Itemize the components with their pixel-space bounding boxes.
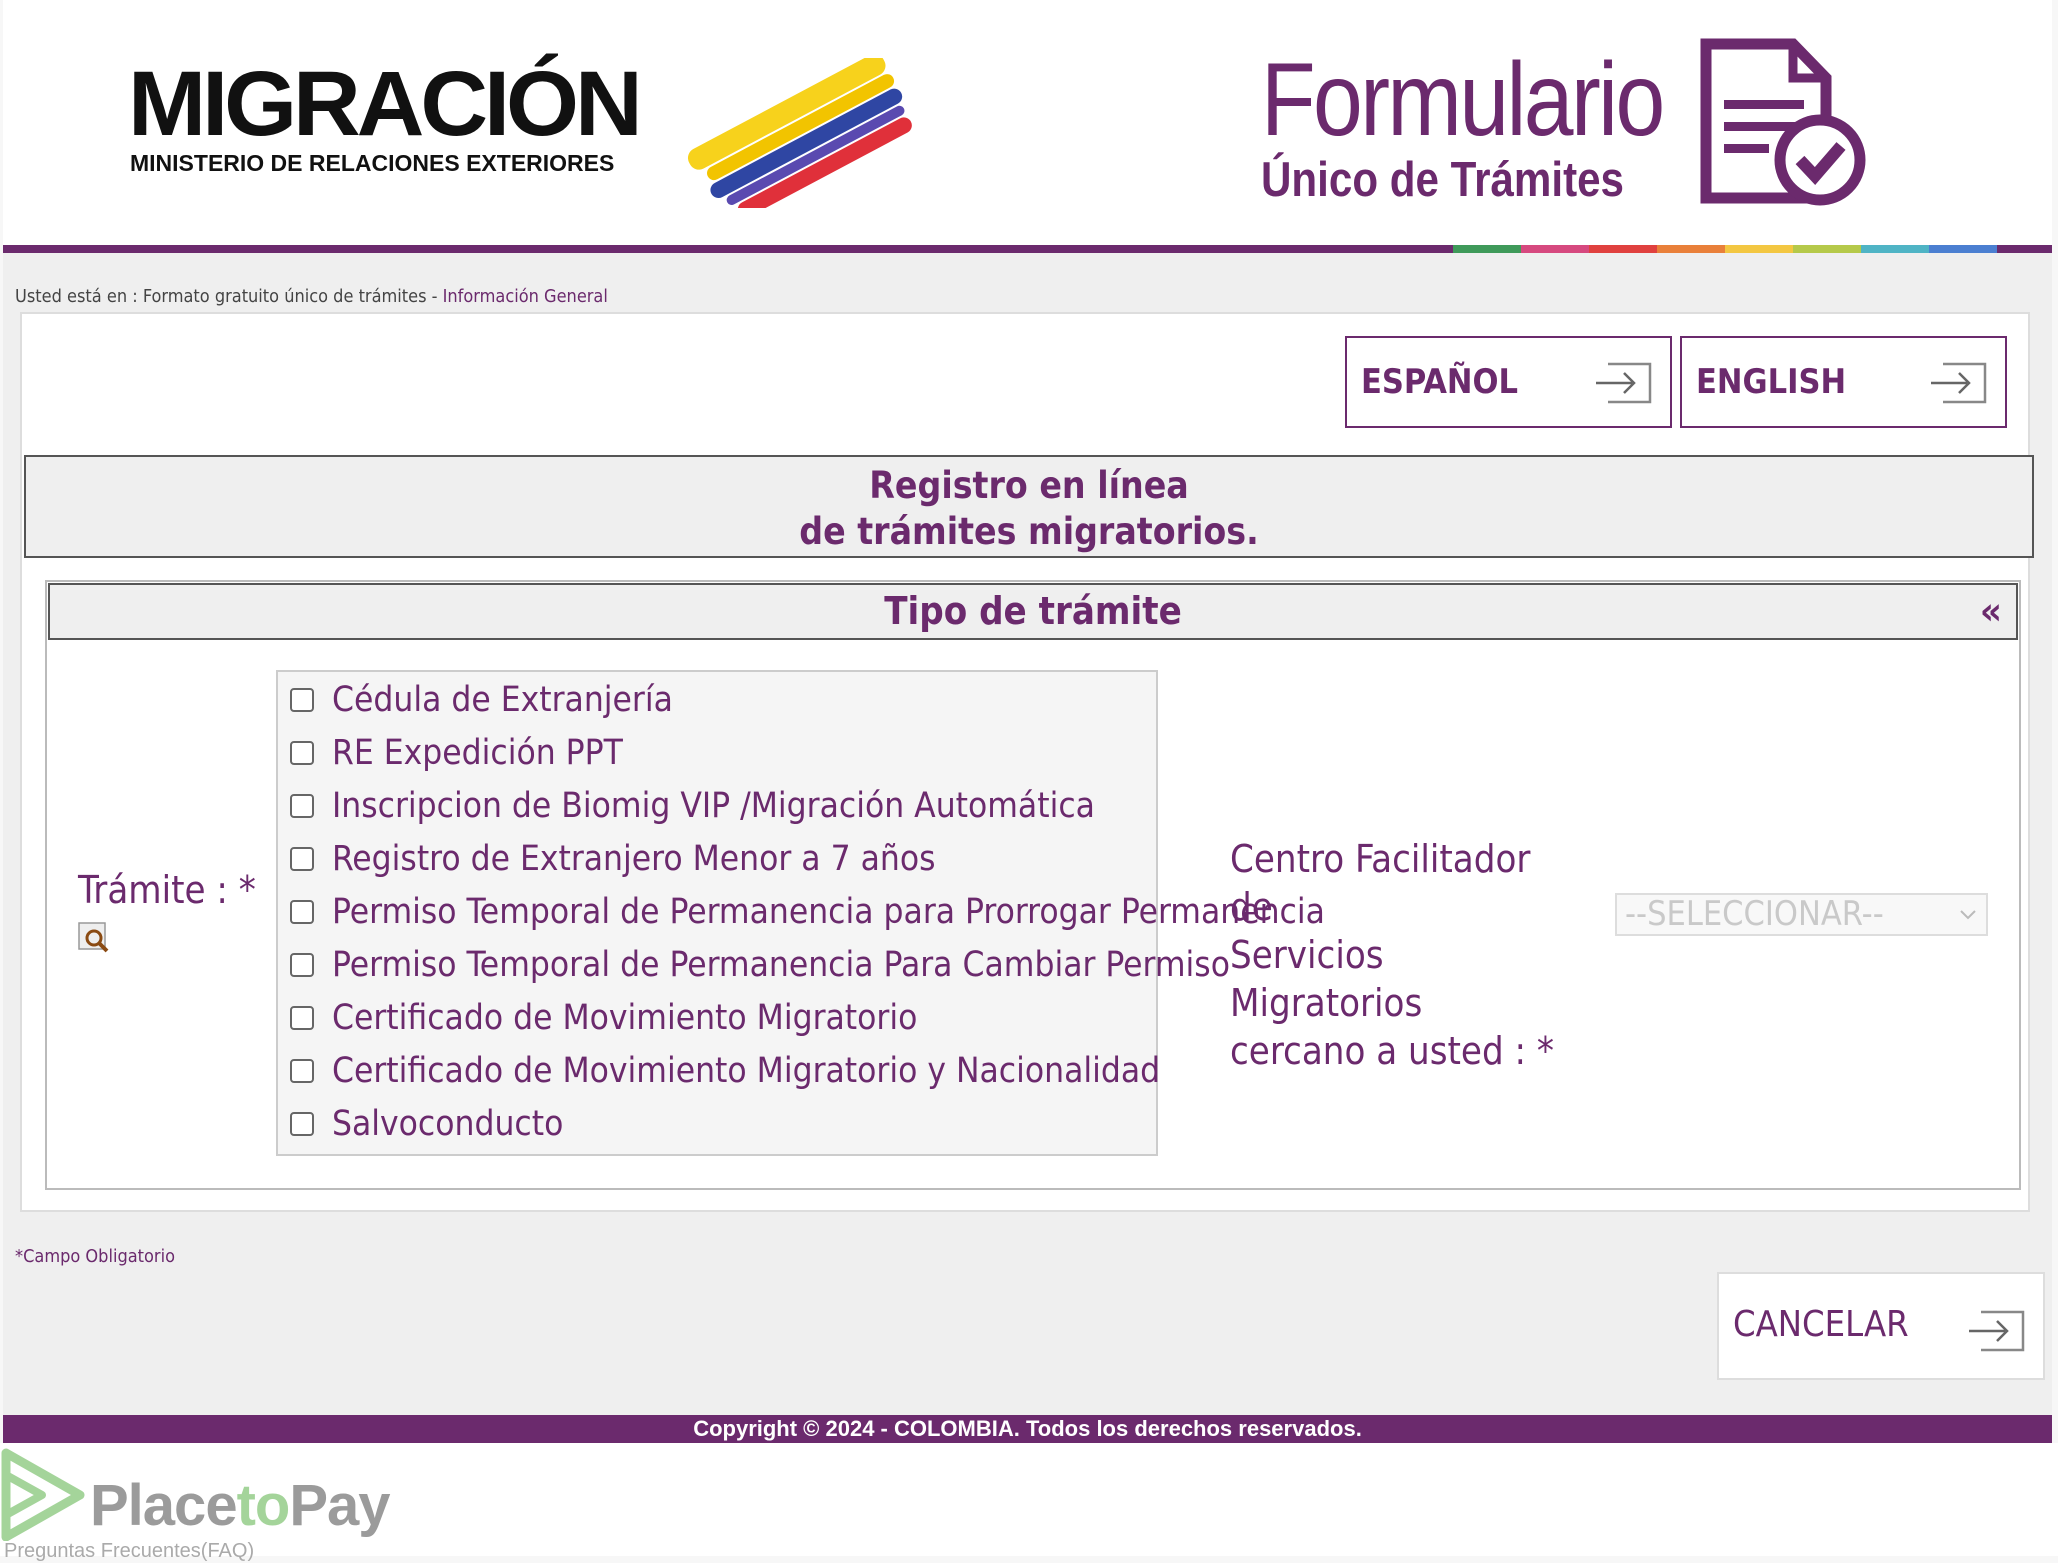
cancel-button[interactable]: CANCELAR xyxy=(1717,1272,2045,1380)
rainbow-segment xyxy=(1657,245,1725,253)
enter-arrow-icon xyxy=(1969,1310,2025,1352)
tramite-checkbox-list: Cédula de Extranjería RE Expedición PPT In… xyxy=(276,670,1325,1156)
section-title: Tipo de trámite xyxy=(884,589,1182,633)
rainbow-segment xyxy=(1793,245,1861,253)
collapse-icon[interactable]: « xyxy=(1980,585,2002,637)
tramite-option-label: Permiso Temporal de Permanencia para Pro… xyxy=(332,892,1325,932)
tramite-option[interactable]: Certificado de Movimiento Migratorio y N… xyxy=(290,1051,1160,1091)
checkbox[interactable] xyxy=(290,688,314,712)
tramite-option[interactable]: Permiso Temporal de Permanencia Para Cam… xyxy=(290,945,1230,985)
section-header: Tipo de trámite « xyxy=(48,583,2018,640)
rainbow-segment xyxy=(1725,245,1793,253)
tramite-option-label: Certificado de Movimiento Migratorio xyxy=(332,998,918,1038)
migracion-logo: MIGRACIÓN MINISTERIO DE RELACIONES EXTER… xyxy=(128,53,912,208)
chevron-down-icon xyxy=(1960,910,1976,920)
rainbow-segment xyxy=(1861,245,1929,253)
checkbox[interactable] xyxy=(290,900,314,924)
tramite-label: Trámite : * xyxy=(78,868,256,912)
tramite-option[interactable]: Registro de Extranjero Menor a 7 años xyxy=(290,839,936,879)
checkbox[interactable] xyxy=(290,1006,314,1030)
tramite-option-label: Registro de Extranjero Menor a 7 años xyxy=(332,839,936,879)
registro-title-line2: de trámites migratorios. xyxy=(799,510,1259,553)
tramite-option-label: Inscripcion de Biomig VIP /Migración Aut… xyxy=(332,786,1095,826)
checkbox[interactable] xyxy=(290,953,314,977)
english-label: ENGLISH xyxy=(1696,362,1847,402)
footer-copyright: Copyright © 2024 - COLOMBIA. Todos los d… xyxy=(3,1415,2052,1443)
logo-word: MIGRACIÓN xyxy=(128,53,643,155)
rainbow-segment xyxy=(1589,245,1657,253)
placetopay-logo-icon xyxy=(1,1448,85,1541)
registro-title-line1: Registro en línea xyxy=(869,464,1189,507)
centro-label-line3: cercano a usted : * xyxy=(1230,1029,1554,1073)
formulario-logo: Formulario Único de Trámites xyxy=(1261,48,1728,205)
checkbox[interactable] xyxy=(290,1112,314,1136)
centro-label: Centro Facilitador de Servicios Migrator… xyxy=(1230,835,1560,1075)
logo-subtitle: MINISTERIO DE RELACIONES EXTERIORES xyxy=(130,150,615,176)
checkbox[interactable] xyxy=(290,741,314,765)
checkbox[interactable] xyxy=(290,1059,314,1083)
formulario-logo-line1: Formulario xyxy=(1261,42,1665,158)
site-header: MIGRACIÓN MINISTERIO DE RELACIONES EXTER… xyxy=(3,0,2052,245)
enter-arrow-icon xyxy=(1931,362,1987,404)
espanol-label: ESPAÑOL xyxy=(1361,362,1518,402)
tramite-option[interactable]: Inscripcion de Biomig VIP /Migración Aut… xyxy=(290,786,1095,826)
ptp-pay: Pay xyxy=(289,1473,390,1538)
ptp-to: to xyxy=(236,1473,291,1538)
ptp-place: Place xyxy=(90,1473,238,1538)
checkbox[interactable] xyxy=(290,794,314,818)
tramite-option[interactable]: Permiso Temporal de Permanencia para Pro… xyxy=(290,892,1325,932)
centro-select[interactable]: --SELECCIONAR-- xyxy=(1615,893,1988,936)
rainbow-segment xyxy=(1929,245,1997,253)
tramite-option-label: Cédula de Extranjería xyxy=(332,680,673,720)
rainbow-segment xyxy=(1453,245,1521,253)
breadcrumb-current[interactable]: Información General xyxy=(443,286,608,307)
flag-brush-icon xyxy=(687,58,912,208)
placetopay-logo-text: PlacetoPay xyxy=(90,1472,391,1539)
rainbow-segment xyxy=(1521,245,1589,253)
faq-link[interactable]: Preguntas Frecuentes(FAQ) xyxy=(4,1540,254,1563)
enter-arrow-icon xyxy=(1596,362,1652,404)
magnifier-search-icon[interactable] xyxy=(78,922,110,954)
breadcrumb-prefix: Usted está en : Formato gratuito único d… xyxy=(15,286,443,307)
tramite-option[interactable]: Cédula de Extranjería xyxy=(290,680,673,720)
tramite-option-label: Salvoconducto xyxy=(332,1104,564,1144)
centro-label-line1: Centro Facilitador de xyxy=(1230,837,1531,929)
cancel-label: CANCELAR xyxy=(1733,1304,1909,1345)
espanol-button[interactable]: ESPAÑOL xyxy=(1345,336,1672,428)
tramite-option-label: Permiso Temporal de Permanencia Para Cam… xyxy=(332,945,1230,985)
tramite-option-label: RE Expedición PPT xyxy=(332,733,623,773)
tramite-option[interactable]: Certificado de Movimiento Migratorio xyxy=(290,998,917,1038)
english-button[interactable]: ENGLISH xyxy=(1680,336,2007,428)
breadcrumb: Usted está en : Formato gratuito único d… xyxy=(15,286,608,307)
checkbox[interactable] xyxy=(290,847,314,871)
tramite-option[interactable]: Salvoconducto xyxy=(290,1104,563,1144)
centro-label-line2: Servicios Migratorios xyxy=(1230,933,1423,1025)
tramite-option-label: Certificado de Movimiento Migratorio y N… xyxy=(332,1051,1161,1091)
centro-select-value: --SELECCIONAR-- xyxy=(1625,894,1884,934)
tramite-option[interactable]: RE Expedición PPT xyxy=(290,733,623,773)
formulario-logo-line2: Único de Trámites xyxy=(1261,153,1624,207)
required-note: *Campo Obligatorio xyxy=(15,1246,175,1267)
registro-title: Registro en línea de trámites migratorio… xyxy=(24,455,2034,558)
document-check-icon xyxy=(1700,38,1866,206)
